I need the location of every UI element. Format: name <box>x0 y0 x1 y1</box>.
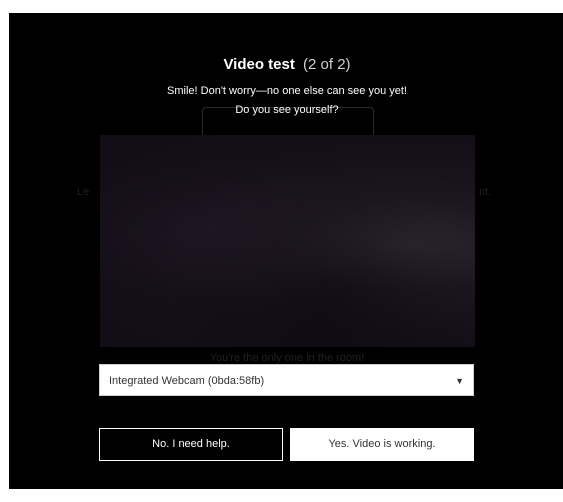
dialog-step-indicator: (2 of 2) <box>303 56 351 73</box>
dialog-subtitle-line2: Do you see yourself? <box>235 104 339 116</box>
chevron-down-icon: ▼ <box>455 376 464 386</box>
camera-select-value: Integrated Webcam (0bda:58fb) <box>109 375 265 387</box>
yes-video-working-button[interactable]: Yes. Video is working. <box>290 428 474 461</box>
dialog-title-text: Video test <box>223 56 295 73</box>
video-preview <box>100 135 475 347</box>
no-need-help-button[interactable]: No. I need help. <box>99 428 283 461</box>
dialog-title: Video test (2 of 2) <box>9 56 563 74</box>
video-preview-image <box>100 135 475 347</box>
background-text-bottom: You're the only one in the room! <box>209 352 365 364</box>
background-text-right: nt. <box>479 186 492 198</box>
background-text-left: Le <box>77 186 90 198</box>
video-test-dialog: Le nt. You're the only one in the room! … <box>9 13 563 489</box>
camera-select[interactable]: Integrated Webcam (0bda:58fb) ▼ <box>99 364 474 396</box>
dialog-subtitle-line1: Smile! Don't worry—no one else can see y… <box>167 85 407 97</box>
